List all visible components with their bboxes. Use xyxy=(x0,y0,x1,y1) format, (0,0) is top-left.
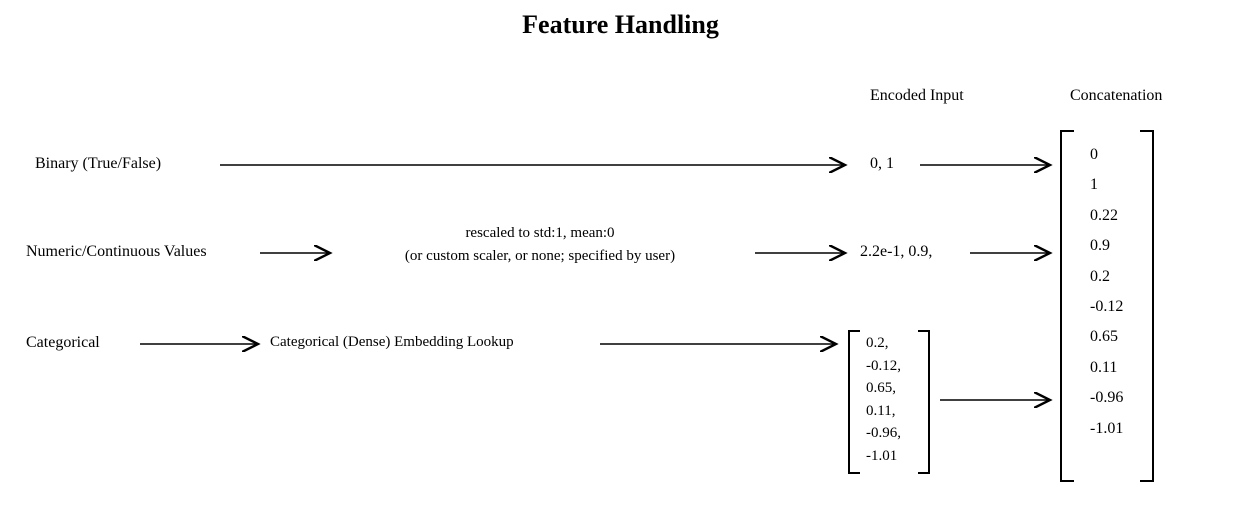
encoded-input-header: Encoded Input xyxy=(870,87,964,105)
concat-8: -0.96 xyxy=(1072,383,1123,413)
cat-vec-1: -0.12, xyxy=(860,355,907,378)
binary-encoded: 0, 1 xyxy=(870,155,894,173)
concat-bracket-right xyxy=(1140,130,1154,482)
numeric-label: Numeric/Continuous Values xyxy=(26,243,207,261)
numeric-transform-line2: (or custom scaler, or none; specified by… xyxy=(340,248,740,265)
cat-vec-0: 0.2, xyxy=(860,332,907,355)
categorical-transform: Categorical (Dense) Embedding Lookup xyxy=(270,334,514,351)
concat-7: 0.11 xyxy=(1072,353,1123,383)
cat-vec-4: -0.96, xyxy=(860,422,907,445)
categorical-vector: 0.2, -0.12, 0.65, 0.11, -0.96, -1.01 xyxy=(860,332,907,467)
concat-1: 1 xyxy=(1072,170,1123,200)
concat-6: 0.65 xyxy=(1072,322,1123,352)
concat-9: -1.01 xyxy=(1072,414,1123,444)
cat-vec-3: 0.11, xyxy=(860,400,907,423)
concat-3: 0.9 xyxy=(1072,231,1123,261)
cat-bracket-right xyxy=(918,330,930,474)
cat-vec-2: 0.65, xyxy=(860,377,907,400)
concat-4: 0.2 xyxy=(1072,262,1123,292)
concatenation-header: Concatenation xyxy=(1070,87,1162,105)
numeric-encoded: 2.2e-1, 0.9, xyxy=(860,243,932,261)
cat-bracket-left xyxy=(848,330,860,474)
numeric-transform-line1: rescaled to std:1, mean:0 xyxy=(340,225,740,242)
concat-0: 0 xyxy=(1072,140,1123,170)
concat-2: 0.22 xyxy=(1072,201,1123,231)
cat-vec-5: -1.01 xyxy=(860,445,907,468)
concat-5: -0.12 xyxy=(1072,292,1123,322)
categorical-label: Categorical xyxy=(26,334,100,352)
binary-label: Binary (True/False) xyxy=(35,155,161,173)
concat-vector: 0 1 0.22 0.9 0.2 -0.12 0.65 0.11 -0.96 -… xyxy=(1072,140,1123,444)
diagram-title: Feature Handling xyxy=(522,10,719,40)
